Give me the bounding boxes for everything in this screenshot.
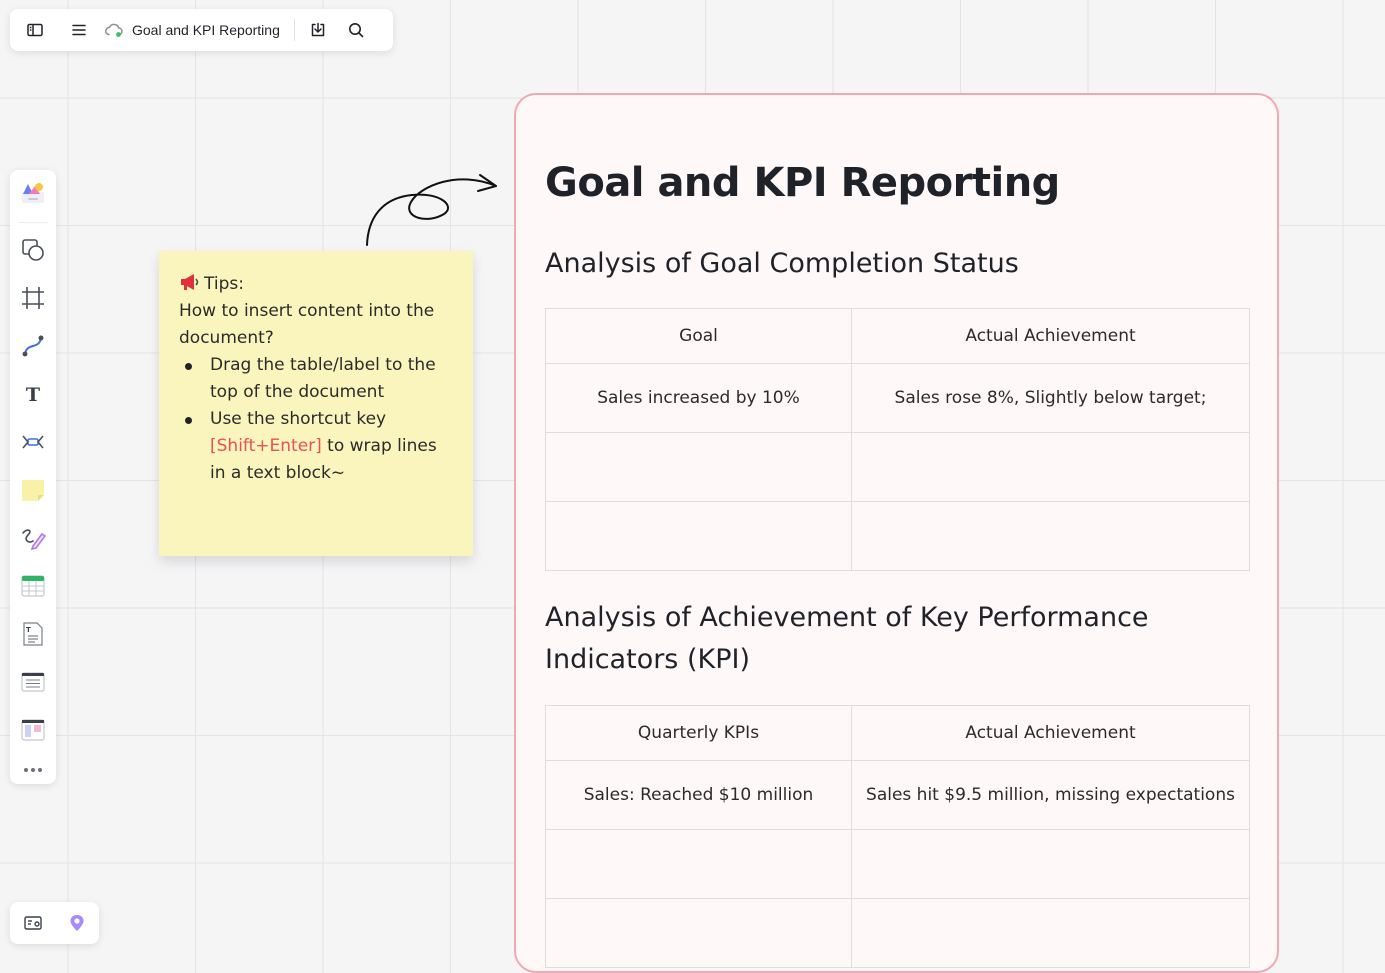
megaphone-icon (181, 274, 199, 290)
hand-drawn-arrow (366, 174, 497, 246)
table-cell[interactable] (545, 432, 852, 502)
table-cell[interactable] (851, 898, 1250, 968)
kanban-icon[interactable] (17, 714, 49, 746)
tip-text: Use the shortcut key (210, 409, 387, 429)
tips-question: How to insert content into the document? (179, 301, 435, 348)
table-cell[interactable] (545, 898, 852, 968)
table-header-cell[interactable]: Quarterly KPIs (545, 705, 852, 761)
tips-label: Tips: (204, 274, 244, 294)
table-row (545, 432, 1250, 502)
table-row (545, 829, 1250, 899)
search-icon[interactable] (341, 15, 371, 45)
top-toolbar: Goal and KPI Reporting (10, 9, 393, 51)
table-cell[interactable] (545, 501, 852, 571)
table-row (545, 501, 1250, 571)
table-row (545, 898, 1250, 968)
tips-list: Drag the table/label to the top of the d… (179, 352, 453, 487)
list-item: Drag the table/label to the top of the d… (185, 352, 453, 406)
pen-icon[interactable] (17, 522, 49, 554)
kpi-table[interactable]: Quarterly KPIs Actual Achievement Sales:… (545, 705, 1250, 968)
table-cell[interactable] (545, 829, 852, 899)
section-heading: Analysis of Goal Completion Status (545, 248, 1019, 279)
document-icon[interactable]: T (17, 618, 49, 650)
table-header-row: Quarterly KPIs Actual Achievement (545, 705, 1250, 761)
goal-table[interactable]: Goal Actual Achievement Sales increased … (545, 308, 1250, 571)
shape-icon[interactable] (17, 234, 49, 266)
text-icon[interactable]: T (17, 378, 49, 410)
table-header-cell[interactable]: Actual Achievement (851, 308, 1250, 364)
list-item: Use the shortcut key [Shift+Enter] to wr… (185, 406, 453, 487)
document-title-area[interactable]: Goal and KPI Reporting (104, 22, 280, 38)
template-icon[interactable] (17, 176, 49, 208)
svg-text:T: T (26, 384, 40, 406)
table-cell[interactable] (851, 829, 1250, 899)
left-toolbar: T T (10, 170, 56, 784)
minimap-icon[interactable] (18, 908, 48, 938)
menu-icon[interactable] (64, 15, 94, 45)
location-icon[interactable] (62, 908, 92, 938)
table-cell[interactable]: Sales increased by 10% (545, 363, 852, 433)
bottom-toolbar (10, 902, 99, 944)
table-icon[interactable] (17, 570, 49, 602)
table-header-cell[interactable]: Goal (545, 308, 852, 364)
document-card[interactable]: Goal and KPI Reporting Analysis of Goal … (514, 93, 1279, 973)
frame-icon[interactable] (17, 282, 49, 314)
more-icon[interactable] (17, 754, 49, 786)
section-heading: Analysis of Achievement of Key Performan… (545, 602, 1149, 675)
svg-text:T: T (26, 626, 31, 634)
cloud-sync-icon (104, 23, 123, 37)
table-cell[interactable] (851, 432, 1250, 502)
sticky-note-icon[interactable] (17, 474, 49, 506)
toolbar-divider (293, 19, 295, 41)
mindmap-icon[interactable] (17, 426, 49, 458)
table-cell[interactable]: Sales hit $9.5 million, missing expectat… (851, 760, 1250, 830)
table-row: Sales: Reached $10 million Sales hit $9.… (545, 760, 1250, 830)
table-cell[interactable]: Sales: Reached $10 million (545, 760, 852, 830)
download-icon[interactable] (303, 15, 333, 45)
table-cell[interactable]: Sales rose 8%, Slightly below target; (851, 363, 1250, 433)
toolbar-separator (18, 222, 48, 223)
table-header-cell[interactable]: Actual Achievement (851, 705, 1250, 761)
table-cell[interactable] (851, 501, 1250, 571)
tips-heading: Tips: (179, 271, 453, 298)
sticky-note[interactable]: Tips: How to insert content into the doc… (159, 251, 473, 556)
shortcut-key: [Shift+Enter] (210, 436, 322, 456)
table-header-row: Goal Actual Achievement (545, 308, 1250, 364)
connector-icon[interactable] (17, 330, 49, 362)
sidebar-toggle-icon[interactable] (20, 15, 50, 45)
document-title: Goal and KPI Reporting (132, 22, 280, 38)
document-heading: Goal and KPI Reporting (545, 160, 1060, 206)
table-row: Sales increased by 10% Sales rose 8%, Sl… (545, 363, 1250, 433)
list-icon[interactable] (17, 666, 49, 698)
